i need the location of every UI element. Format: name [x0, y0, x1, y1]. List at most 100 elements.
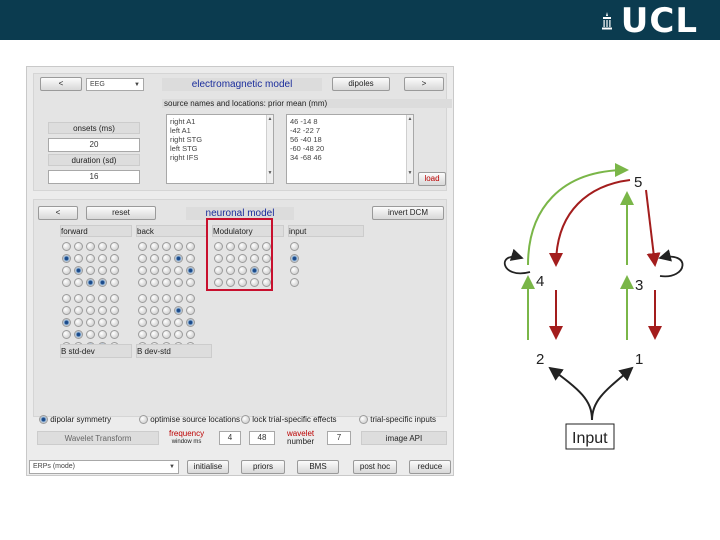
radio-button[interactable]: [110, 306, 119, 315]
radio-button[interactable]: [86, 330, 95, 339]
radio-button[interactable]: [98, 254, 107, 263]
radio-button[interactable]: [86, 242, 95, 251]
radio-button[interactable]: [74, 318, 83, 327]
radio-button[interactable]: [174, 242, 183, 251]
radio-button[interactable]: [74, 266, 83, 275]
radio-button[interactable]: [138, 294, 147, 303]
radio-button[interactable]: [290, 242, 299, 251]
prev-button[interactable]: <: [40, 77, 82, 91]
radio-button[interactable]: [110, 266, 119, 275]
radio-button[interactable]: [39, 415, 48, 425]
radio-button[interactable]: [86, 306, 95, 315]
radio-button[interactable]: [62, 242, 71, 251]
radio-button[interactable]: [186, 318, 195, 327]
radio-button[interactable]: [98, 318, 107, 327]
radio-button[interactable]: [162, 278, 171, 287]
scrollbar[interactable]: ▲ ▼: [266, 115, 273, 183]
radio-button[interactable]: [74, 294, 83, 303]
radio-button[interactable]: [62, 294, 71, 303]
option-lock-trial-specific[interactable]: lock trial-specific effects: [241, 415, 337, 425]
radio-button[interactable]: [290, 254, 299, 263]
freq-high-input[interactable]: 48: [249, 431, 275, 445]
option-dipolar-symmetry[interactable]: dipolar symmetry: [39, 415, 111, 425]
reduce-button[interactable]: reduce: [409, 460, 451, 474]
radio-button[interactable]: [110, 278, 119, 287]
radio-button[interactable]: [74, 306, 83, 315]
radio-button[interactable]: [74, 254, 83, 263]
radio-button[interactable]: [359, 415, 368, 425]
radio-button[interactable]: [186, 242, 195, 251]
radio-button[interactable]: [290, 278, 299, 287]
radio-button[interactable]: [139, 415, 148, 425]
radio-button[interactable]: [74, 278, 83, 287]
invert-dcm-button[interactable]: invert DCM: [372, 206, 444, 220]
option-trial-specific-inputs[interactable]: trial-specific inputs: [359, 415, 436, 425]
radio-button[interactable]: [138, 318, 147, 327]
radio-button[interactable]: [98, 242, 107, 251]
radio-button[interactable]: [186, 266, 195, 275]
radio-button[interactable]: [174, 318, 183, 327]
scrollbar[interactable]: ▲ ▼: [406, 115, 413, 183]
next-button[interactable]: >: [404, 77, 444, 91]
radio-button[interactable]: [174, 254, 183, 263]
radio-button[interactable]: [174, 278, 183, 287]
radio-button[interactable]: [174, 330, 183, 339]
radio-button[interactable]: [150, 242, 159, 251]
radio-button[interactable]: [86, 294, 95, 303]
radio-button[interactable]: [241, 415, 250, 425]
dipoles-button[interactable]: dipoles: [332, 77, 390, 91]
radio-button[interactable]: [98, 294, 107, 303]
radio-button[interactable]: [98, 306, 107, 315]
radio-button[interactable]: [162, 254, 171, 263]
source-locations-list[interactable]: 46 -14 8 -42 -22 7 56 -40 18 -60 -48 20 …: [286, 114, 414, 184]
radio-button[interactable]: [62, 254, 71, 263]
radio-button[interactable]: [86, 318, 95, 327]
radio-button[interactable]: [162, 330, 171, 339]
radio-button[interactable]: [186, 294, 195, 303]
freq-low-input[interactable]: 4: [219, 431, 241, 445]
onsets-input[interactable]: 20: [48, 138, 140, 152]
radio-button[interactable]: [86, 254, 95, 263]
radio-button[interactable]: [150, 306, 159, 315]
radio-button[interactable]: [186, 254, 195, 263]
radio-button[interactable]: [98, 278, 107, 287]
radio-button[interactable]: [138, 306, 147, 315]
mode-select[interactable]: ERPs (mode) ▼: [29, 460, 179, 474]
radio-button[interactable]: [62, 266, 71, 275]
radio-button[interactable]: [62, 318, 71, 327]
radio-button[interactable]: [162, 306, 171, 315]
radio-button[interactable]: [62, 278, 71, 287]
radio-button[interactable]: [98, 330, 107, 339]
duration-input[interactable]: 16: [48, 170, 140, 184]
radio-button[interactable]: [86, 266, 95, 275]
radio-button[interactable]: [150, 278, 159, 287]
radio-button[interactable]: [150, 330, 159, 339]
radio-button[interactable]: [98, 266, 107, 275]
radio-button[interactable]: [62, 330, 71, 339]
radio-button[interactable]: [110, 294, 119, 303]
modality-select[interactable]: EEG ▼: [86, 78, 144, 91]
radio-button[interactable]: [162, 318, 171, 327]
radio-button[interactable]: [150, 318, 159, 327]
radio-button[interactable]: [186, 330, 195, 339]
radio-button[interactable]: [174, 294, 183, 303]
radio-button[interactable]: [110, 330, 119, 339]
radio-button[interactable]: [74, 330, 83, 339]
radio-button[interactable]: [150, 254, 159, 263]
radio-button[interactable]: [62, 306, 71, 315]
priors-button[interactable]: priors: [241, 460, 285, 474]
radio-button[interactable]: [138, 278, 147, 287]
radio-button[interactable]: [74, 242, 83, 251]
radio-button[interactable]: [110, 254, 119, 263]
post-hoc-button[interactable]: post hoc: [353, 460, 397, 474]
radio-button[interactable]: [150, 266, 159, 275]
reset-button[interactable]: reset: [86, 206, 156, 220]
radio-button[interactable]: [138, 266, 147, 275]
radio-button[interactable]: [86, 278, 95, 287]
radio-button[interactable]: [138, 242, 147, 251]
radio-button[interactable]: [110, 318, 119, 327]
radio-button[interactable]: [186, 278, 195, 287]
radio-button[interactable]: [174, 266, 183, 275]
option-optimise-source-locations[interactable]: optimise source locations: [139, 415, 240, 425]
radio-button[interactable]: [162, 294, 171, 303]
